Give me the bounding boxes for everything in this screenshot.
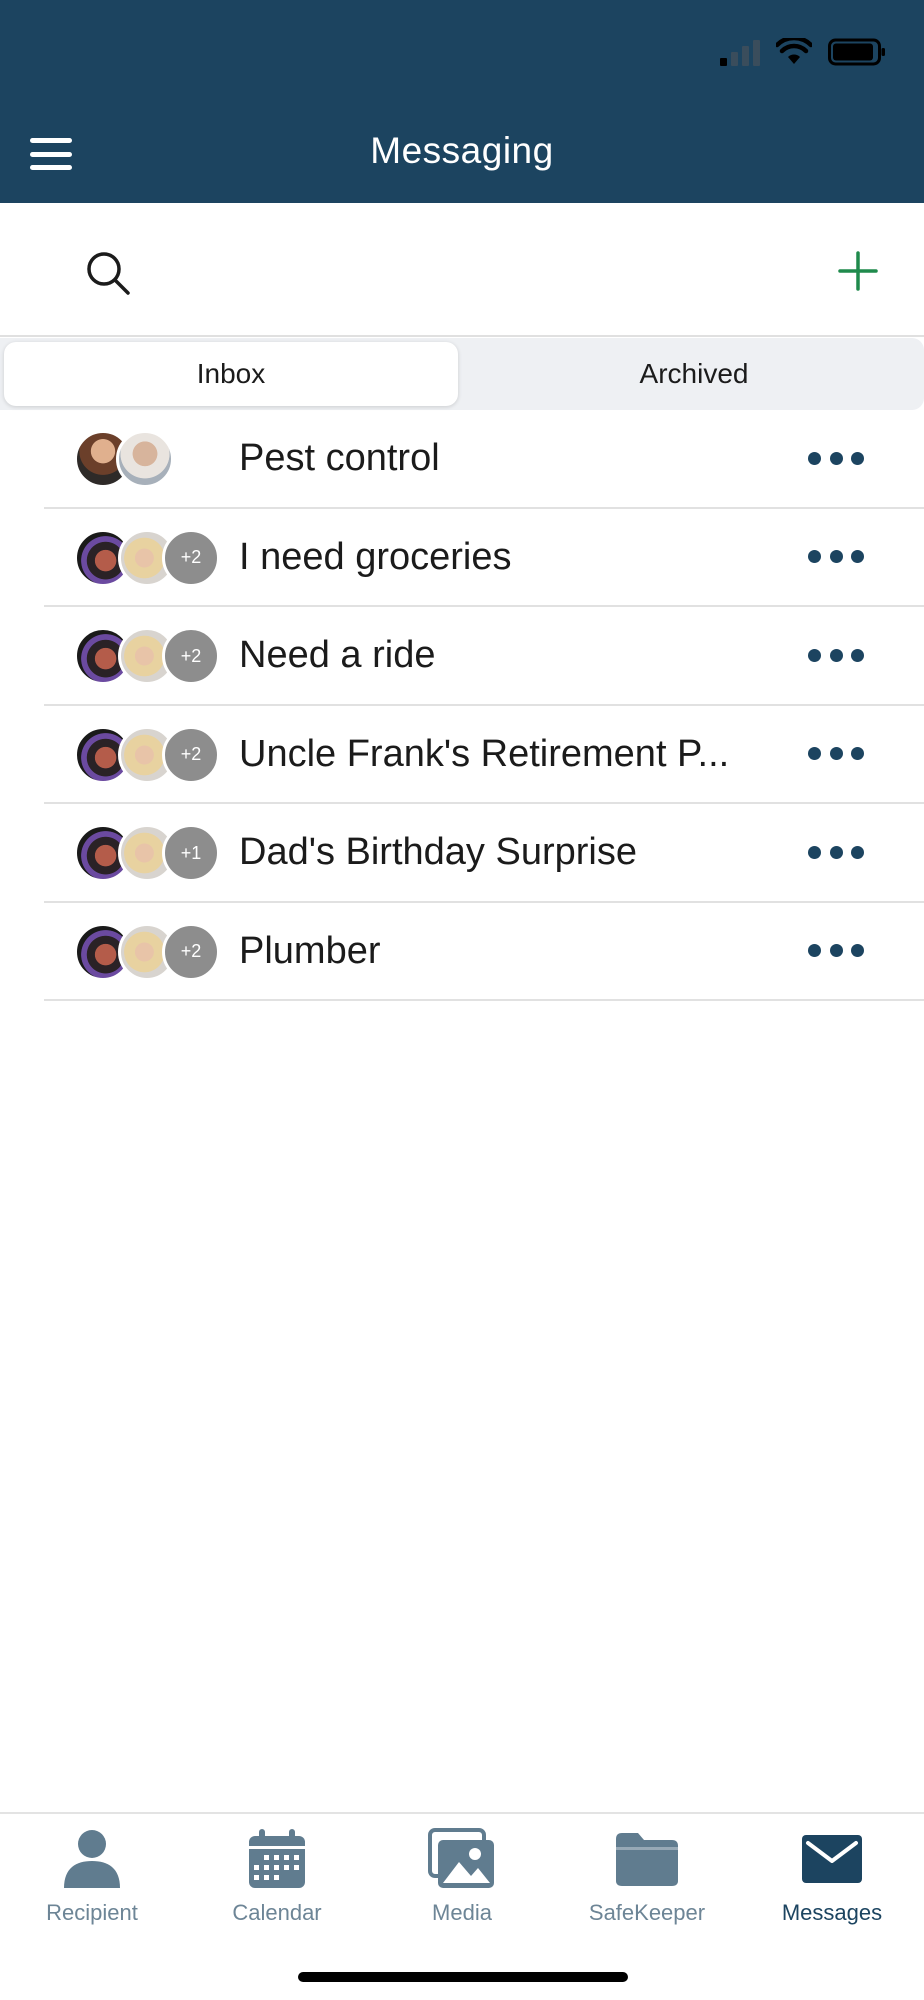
more-options-icon[interactable] bbox=[808, 547, 864, 567]
extra-participants-badge: +2 bbox=[162, 627, 220, 685]
more-options-icon[interactable] bbox=[808, 448, 864, 468]
more-options-icon[interactable] bbox=[808, 744, 864, 764]
participant-avatars: +2 bbox=[74, 922, 224, 981]
status-bar bbox=[720, 38, 886, 66]
conversation-title: I need groceries bbox=[239, 535, 512, 578]
home-indicator bbox=[298, 1972, 628, 1982]
message-toolbar bbox=[0, 203, 924, 337]
participant-avatars: +2 bbox=[74, 627, 224, 685]
cellular-signal-icon bbox=[720, 38, 760, 66]
list-item[interactable]: +2 Plumber bbox=[44, 903, 924, 1001]
more-options-icon[interactable] bbox=[808, 941, 864, 961]
page-title: Messaging bbox=[370, 130, 554, 171]
conversation-title: Dad's Birthday Surprise bbox=[239, 831, 637, 873]
more-options-icon[interactable] bbox=[808, 645, 864, 665]
list-item[interactable]: +2 Need a ride bbox=[44, 607, 924, 706]
tab-label: Messages bbox=[781, 1900, 883, 1925]
folder-icon bbox=[612, 1824, 682, 1894]
tab-messages[interactable]: Messages bbox=[740, 1814, 924, 1944]
app-header: Messaging bbox=[0, 0, 924, 203]
tab-label: Media bbox=[432, 1900, 492, 1925]
participant-avatars: +1 bbox=[74, 824, 224, 882]
envelope-icon bbox=[797, 1824, 867, 1894]
battery-icon bbox=[828, 38, 885, 66]
inbox-archived-toggle: Inbox Archived bbox=[0, 338, 924, 410]
tab-safekeeper[interactable]: SafeKeeper bbox=[555, 1814, 739, 1944]
tab-calendar[interactable]: Calendar bbox=[185, 1814, 369, 1944]
plus-icon[interactable] bbox=[836, 249, 880, 293]
avatar bbox=[116, 430, 174, 488]
tab-inbox[interactable]: Inbox bbox=[4, 342, 458, 406]
extra-participants-badge: +1 bbox=[162, 824, 220, 882]
list-item[interactable]: +1 Dad's Birthday Surprise bbox=[44, 804, 924, 903]
tab-label: SafeKeeper bbox=[588, 1900, 706, 1925]
participant-avatars: +2 bbox=[74, 528, 224, 587]
tab-label: Calendar bbox=[232, 1900, 322, 1925]
image-icon bbox=[427, 1824, 497, 1894]
extra-participants-badge: +2 bbox=[162, 725, 220, 784]
list-item[interactable]: Pest control bbox=[44, 410, 924, 509]
list-item[interactable]: +2 Uncle Frank's Retirement P... bbox=[44, 706, 924, 804]
conversation-list: Pest control +2 I need groceries +2 Need… bbox=[0, 410, 924, 1001]
participant-avatars bbox=[74, 430, 224, 488]
extra-participants-badge: +2 bbox=[162, 922, 220, 981]
calendar-icon bbox=[242, 1824, 312, 1894]
tab-label: Recipient bbox=[46, 1900, 138, 1925]
participant-avatars: +2 bbox=[74, 725, 224, 784]
conversation-title: Plumber bbox=[239, 929, 381, 972]
conversation-title: Need a ride bbox=[239, 634, 436, 676]
search-icon[interactable] bbox=[84, 249, 132, 297]
list-item[interactable]: +2 I need groceries bbox=[44, 509, 924, 607]
more-options-icon[interactable] bbox=[808, 842, 864, 862]
wifi-icon bbox=[776, 38, 812, 64]
tab-media[interactable]: Media bbox=[370, 1814, 554, 1944]
tab-archived[interactable]: Archived bbox=[464, 342, 924, 406]
extra-participants-badge: +2 bbox=[162, 528, 220, 587]
tab-recipient[interactable]: Recipient bbox=[0, 1814, 184, 1944]
conversation-title: Pest control bbox=[239, 437, 440, 479]
conversation-title: Uncle Frank's Retirement P... bbox=[239, 732, 730, 775]
person-icon bbox=[57, 1824, 127, 1894]
